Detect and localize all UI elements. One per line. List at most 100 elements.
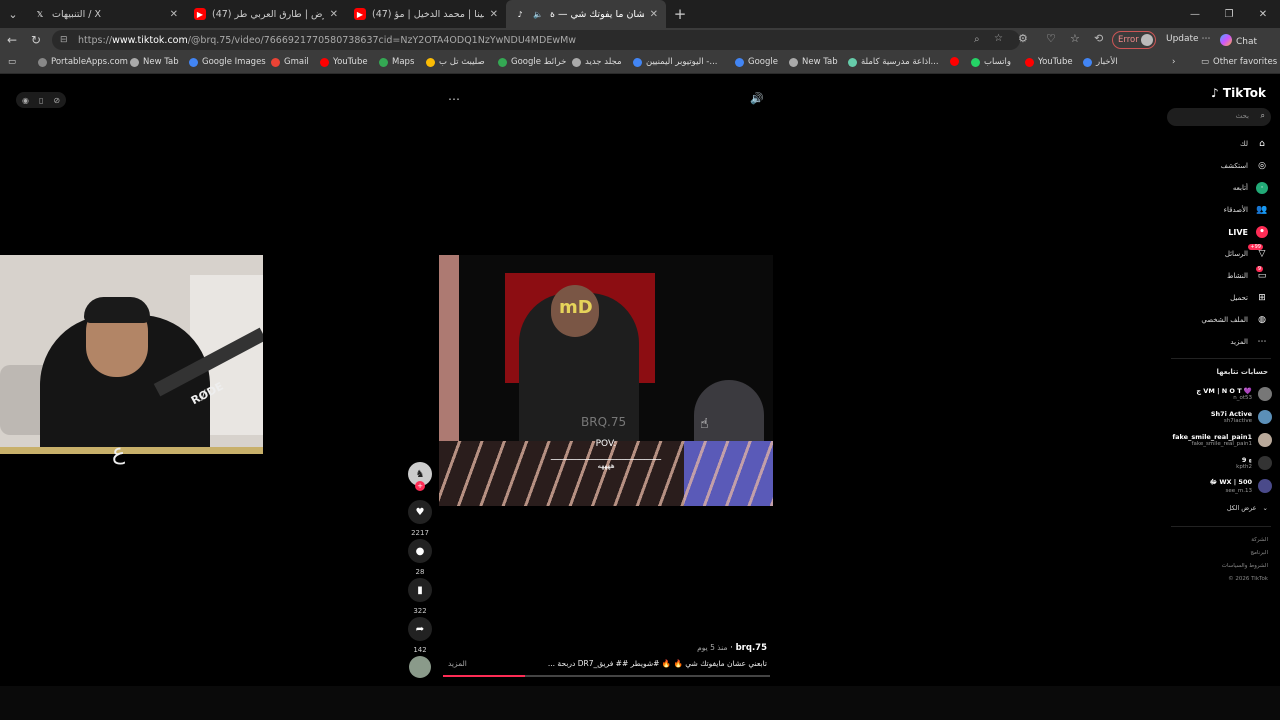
- close-tab-icon[interactable]: ✕: [170, 9, 178, 20]
- close-tab-icon[interactable]: ✕: [490, 9, 498, 20]
- video-caption-text2: ههههه: [597, 462, 615, 470]
- following-account[interactable]: ﷻ WX | 500 see_m.13: [1210, 476, 1272, 496]
- bookmark[interactable]: [950, 57, 959, 66]
- footer-link[interactable]: الشركة: [1251, 537, 1268, 543]
- bookmarks-overflow-icon[interactable]: ›: [1172, 57, 1175, 67]
- minimize-icon[interactable]: —: [1178, 0, 1212, 28]
- tab-title: تابعني عشان ما يفوتك شي — ة…: [550, 8, 644, 20]
- home-icon: ⌂: [1259, 139, 1265, 149]
- back-icon[interactable]: ←: [0, 33, 24, 47]
- browser-tab[interactable]: ▶ (47) شيلة مشينا | محمد الدخيل | مؤ… ✕: [346, 0, 506, 28]
- phone-icon[interactable]: ▯: [39, 96, 43, 105]
- bookmark-label: مجلد جديد: [585, 57, 622, 67]
- bookmark[interactable]: New Tab: [789, 57, 838, 67]
- new-tab-button[interactable]: +: [666, 5, 694, 23]
- account-handle: sh7iactive: [1223, 418, 1252, 424]
- collections-icon[interactable]: ☆: [1070, 32, 1080, 45]
- volume-icon[interactable]: 🔊: [750, 92, 764, 105]
- update-button[interactable]: Update ⋯: [1166, 34, 1210, 44]
- bookmark[interactable]: Google: [735, 57, 778, 67]
- heart-icon[interactable]: ♥: [408, 500, 432, 524]
- save-action: ▮ 322: [407, 578, 433, 615]
- search-icon[interactable]: ⌕: [1261, 111, 1265, 121]
- following-account[interactable]: 9 ءِ kpth2: [1236, 453, 1272, 473]
- bookmark[interactable]: اذاعة مدرسية كاملة...: [848, 57, 939, 67]
- refresh-icon[interactable]: ↻: [24, 33, 48, 47]
- bookmark[interactable]: Gmail: [271, 57, 309, 67]
- bookmark[interactable]: New Tab: [130, 57, 179, 67]
- other-favorites[interactable]: ▭ Other favorites: [1201, 57, 1277, 67]
- video-progress-bar[interactable]: [443, 675, 770, 677]
- see-all-link[interactable]: ⌄ عرض الكل: [1227, 504, 1268, 512]
- follow-plus-icon[interactable]: +: [415, 481, 425, 491]
- autoscroll-icon[interactable]: ◉: [22, 96, 29, 105]
- profile-error-button[interactable]: Error: [1112, 31, 1156, 49]
- following-account[interactable]: Sh7i Active sh7iactive: [1211, 407, 1272, 427]
- zoom-icon[interactable]: ⌕: [974, 34, 980, 45]
- bookmark[interactable]: YouTube: [320, 57, 368, 67]
- bookmark[interactable]: YouTube: [1025, 57, 1073, 67]
- more-options-icon[interactable]: ⋯: [448, 92, 460, 106]
- bookmark[interactable]: Google خرائط: [498, 57, 566, 67]
- restore-icon[interactable]: ❐: [1212, 0, 1246, 28]
- copilot-chat-button[interactable]: Chat: [1220, 34, 1257, 47]
- menu-item-upload[interactable]: ⊞ تحميل: [1230, 291, 1268, 305]
- globe-icon: [38, 57, 47, 67]
- extensions-icon[interactable]: ⚙: [1018, 32, 1028, 45]
- footer-link[interactable]: البرنامج: [1250, 550, 1268, 556]
- caption-more-link[interactable]: المزيد: [448, 659, 467, 668]
- following-account[interactable]: ج VM | N O T 💜 n_ot53: [1196, 384, 1272, 404]
- video-author[interactable]: brq.75 · منذ 5 يوم: [697, 643, 767, 653]
- bookmark[interactable]: PortableApps.com: [38, 57, 128, 67]
- video-scene: [439, 441, 773, 506]
- bookmark[interactable]: صليبث تل ب: [426, 57, 485, 67]
- menu-item-messages[interactable]: ▽ 99+ الرسائل: [1225, 244, 1268, 261]
- tab-title: (47) شيلة مشينا | محمد الدخيل | مؤ…: [372, 8, 484, 20]
- following-account[interactable]: fake_smile_real_pain1 fake_smile_real_pai…: [1172, 430, 1272, 450]
- sound-disc-icon[interactable]: [409, 656, 431, 678]
- browser-essentials-icon[interactable]: ♡: [1046, 32, 1056, 45]
- menu-item-more[interactable]: ⋯ المزيد: [1230, 335, 1268, 349]
- site-info-icon[interactable]: ⊟: [60, 35, 72, 45]
- search-input[interactable]: بحث ⌕: [1167, 108, 1271, 126]
- menu-item-live[interactable]: • LIVE: [1228, 225, 1268, 239]
- menu-item-profile[interactable]: ◍ الملف الشخصي: [1201, 313, 1268, 327]
- close-tab-icon[interactable]: ✕: [330, 9, 338, 20]
- menu-item-for-you[interactable]: ⌂ لك: [1240, 137, 1268, 151]
- browser-tab[interactable]: ▶ (47) صقور الارض | طارق العربي طر… ✕: [186, 0, 346, 28]
- bookmark[interactable]: اليوتيوبر اليمنيين -...: [633, 57, 717, 67]
- favorite-star-icon[interactable]: ☆: [994, 33, 1003, 44]
- browser-tab-active[interactable]: ♪ 🔈 تابعني عشان ما يفوتك شي — ة… ✕: [506, 0, 666, 28]
- menu-item-explore[interactable]: ◎ استكشف: [1221, 159, 1268, 173]
- browser-tab[interactable]: 𝕏 التنبيهات / X ✕: [26, 0, 186, 28]
- account-avatar: [1258, 479, 1272, 493]
- bookmark-label: اذاعة مدرسية كاملة...: [861, 57, 939, 67]
- close-tab-icon[interactable]: ✕: [650, 9, 658, 20]
- bookmark[interactable]: Google Images: [189, 57, 266, 67]
- like-action: ♥ 2217: [407, 500, 433, 537]
- address-field[interactable]: ⊟ https://www.tiktok.com/@brq.75/video/7…: [52, 30, 1020, 50]
- tiktok-logo[interactable]: ♪ TikTok: [1211, 86, 1266, 100]
- bookmark[interactable]: الأخبار: [1083, 57, 1118, 67]
- menu-item-friends[interactable]: 👥 الأصدقاء: [1224, 203, 1268, 217]
- account-handle: see_m.13: [1225, 488, 1253, 494]
- bookmark[interactable]: واتساب: [971, 57, 1011, 67]
- tab-actions-menu[interactable]: ⌄: [0, 0, 26, 28]
- profile-icon: ◍: [1258, 315, 1266, 325]
- favorites-bar-toggle-icon[interactable]: ▭: [8, 57, 16, 67]
- menu-item-following[interactable]: · أتابعه: [1233, 181, 1268, 195]
- share-icon[interactable]: ➦: [408, 617, 432, 641]
- video-player[interactable]: mD BRQ.75 POV: ـــــــــــــــــــــــــ…: [439, 255, 773, 506]
- menu-item-activity[interactable]: ▭ 9 النشاط: [1227, 266, 1268, 283]
- history-icon[interactable]: ⟲: [1094, 32, 1103, 45]
- creator-avatar[interactable]: ♞ +: [408, 462, 432, 491]
- bookmark[interactable]: Maps: [379, 57, 414, 67]
- footer-link[interactable]: الشروط والسياسات: [1222, 563, 1268, 569]
- close-window-icon[interactable]: ✕: [1246, 0, 1280, 28]
- comment-icon[interactable]: ●: [408, 539, 432, 563]
- disable-icon[interactable]: ⊘: [53, 96, 60, 105]
- bookmark-icon[interactable]: ▮: [408, 578, 432, 602]
- author-username[interactable]: brq.75: [736, 643, 767, 653]
- speaker-icon[interactable]: 🔈: [532, 8, 544, 20]
- bookmark[interactable]: مجلد جديد: [572, 57, 622, 67]
